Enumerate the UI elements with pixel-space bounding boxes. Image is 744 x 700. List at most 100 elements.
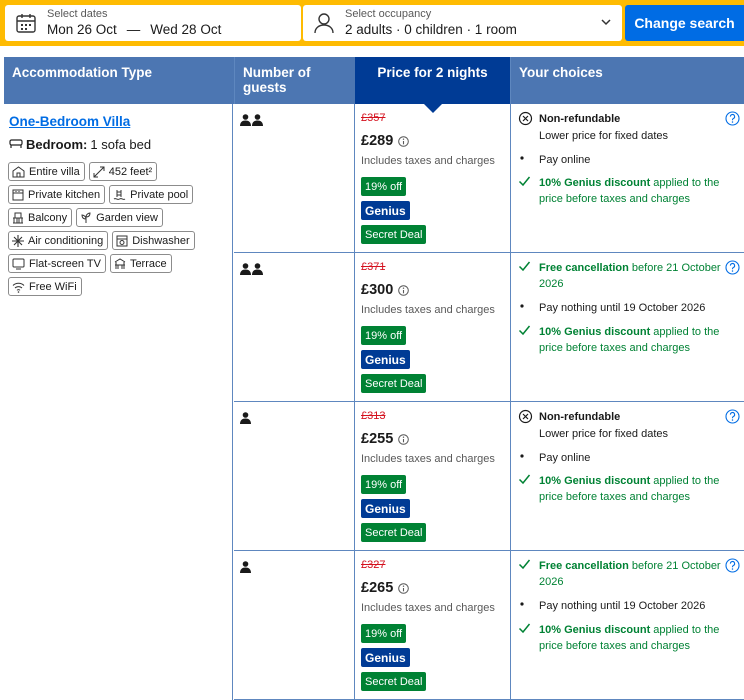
guest-count-icons <box>240 263 263 275</box>
check-icon <box>518 260 534 292</box>
discount-badge: 19% off <box>361 326 407 345</box>
kitchen-icon <box>12 189 28 201</box>
genius-discount-note: 10% Genius discount applied to the price… <box>518 622 721 654</box>
facility-badge: Private pool <box>109 185 194 204</box>
discount-badge: 19% off <box>361 177 407 196</box>
info-icon[interactable] <box>398 433 410 445</box>
chevron-down-icon <box>600 16 612 31</box>
discount-badge: 19% off <box>361 475 407 494</box>
guest-count-icons <box>240 561 251 573</box>
bullet-icon <box>518 300 534 317</box>
cancellation-policy: Free cancellation before 21 October 2026 <box>518 260 721 292</box>
price-cell: £371 £300 Includes taxes and charges 19% of… <box>355 253 511 401</box>
taxes-note: Includes taxes and charges <box>361 453 495 465</box>
occupancy-value: 2 adults · 0 children · 1 room <box>345 21 517 37</box>
dates-value: Mon 26 Oct — Wed 28 Oct <box>47 21 221 39</box>
genius-discount-note: 10% Genius discount applied to the price… <box>518 473 721 505</box>
payment-text: Pay online <box>539 452 591 464</box>
price-value: £289 <box>361 133 394 149</box>
payment-policy: Pay nothing until 19 October 2026 <box>518 300 721 317</box>
person-icon <box>240 412 251 424</box>
question-icon[interactable] <box>725 409 740 424</box>
calendar-icon <box>13 10 39 36</box>
facility-badge: Dishwasher <box>112 231 195 250</box>
question-icon[interactable] <box>725 558 740 573</box>
table-row: £371 £300 Includes taxes and charges 19% of… <box>234 253 744 402</box>
genius-discount-title: 10% Genius discount <box>539 326 651 338</box>
info-icon[interactable] <box>398 135 410 147</box>
room-table: Accommodation Type Number of guests Pric… <box>4 57 744 700</box>
table-header: Accommodation Type Number of guests Pric… <box>4 57 744 113</box>
date-picker[interactable]: Select dates Mon 26 Oct — Wed 28 Oct <box>5 5 301 41</box>
accommodation-cell: One-Bedroom Villa Bedroom: 1 sofa bed En… <box>4 104 233 700</box>
info-icon[interactable] <box>398 284 410 296</box>
secret-deal-badge: Secret Deal <box>361 374 427 393</box>
choices-cell: Non-refundable Lower price for fixed date… <box>511 402 744 550</box>
person-icon <box>252 114 263 126</box>
payment-policy: Pay nothing until 19 October 2026 <box>518 598 721 615</box>
facility-label: Free WiFi <box>29 280 77 293</box>
person-icon <box>311 10 337 36</box>
secret-deal-badge: Secret Deal <box>361 523 427 542</box>
search-bar: Select dates Mon 26 Oct — Wed 28 Oct Selec… <box>0 0 744 46</box>
facility-badge: Private kitchen <box>8 185 106 204</box>
bullet-icon <box>518 450 534 467</box>
date-separator: — <box>126 21 141 37</box>
snowflake-icon <box>12 234 28 247</box>
payment-text: Pay nothing until 19 October 2026 <box>539 302 706 314</box>
guests-cell <box>234 402 355 550</box>
original-price: £327 <box>361 559 386 571</box>
occupancy-label: Select occupancy <box>345 7 432 20</box>
choices-cell: Non-refundable Lower price for fixed date… <box>511 104 744 252</box>
table-row: £357 £289 Includes taxes and charges 19% of… <box>234 104 744 253</box>
size-icon <box>93 166 109 178</box>
cancellation-title: Free cancellation <box>539 560 629 572</box>
price-value: £265 <box>361 580 394 596</box>
header-your-choices: Your choices <box>510 57 744 104</box>
payment-text: Pay nothing until 19 October 2026 <box>539 600 706 612</box>
current-price: £255 <box>361 431 410 447</box>
check-icon <box>518 473 534 505</box>
check-icon <box>518 324 534 356</box>
question-icon[interactable] <box>725 111 740 126</box>
question-icon[interactable] <box>725 260 740 275</box>
room-name-link[interactable]: One-Bedroom Villa <box>9 114 130 129</box>
info-icon[interactable] <box>398 582 410 594</box>
cancellation-subtitle: Lower price for fixed dates <box>539 128 721 144</box>
facility-badge: Terrace <box>109 254 172 273</box>
pool-icon <box>113 189 130 201</box>
current-price: £265 <box>361 580 410 596</box>
dishwasher-icon <box>116 235 132 247</box>
guests-cell <box>234 104 355 252</box>
facility-label: Air conditioning <box>28 234 104 247</box>
person-icon <box>240 263 251 275</box>
dates-label: Select dates <box>47 7 108 20</box>
genius-discount-title: 10% Genius discount <box>539 624 651 636</box>
facility-label: Balcony <box>28 211 68 224</box>
payment-policy: Pay online <box>518 450 721 467</box>
payment-text: Pay online <box>539 154 591 166</box>
guests-cell <box>234 551 355 699</box>
facility-badge: Flat-screen TV <box>8 254 106 273</box>
check-icon <box>518 622 534 654</box>
person-icon <box>240 561 251 573</box>
original-price: £357 <box>361 112 386 124</box>
secret-deal-badge: Secret Deal <box>361 672 427 691</box>
garden-icon <box>80 211 96 224</box>
facility-label: Private pool <box>130 188 189 201</box>
choices-cell: Free cancellation before 21 October 2026… <box>511 253 744 401</box>
guest-count-icons <box>240 114 263 126</box>
cancellation-policy: Free cancellation before 21 October 2026 <box>518 558 721 590</box>
facility-label: Entire villa <box>29 165 80 178</box>
sofa-bed-icon <box>9 137 23 152</box>
genius-discount-title: 10% Genius discount <box>539 177 651 189</box>
change-search-button[interactable]: Change search <box>625 5 744 41</box>
person-icon <box>252 263 263 275</box>
bullet-icon <box>518 598 534 615</box>
non-refundable-icon <box>518 111 534 131</box>
cancellation-subtitle: Lower price for fixed dates <box>539 426 721 442</box>
facility-label: Flat-screen TV <box>29 257 101 270</box>
price-cell: £357 £289 Includes taxes and charges 19% of… <box>355 104 511 252</box>
facility-label: Garden view <box>96 211 158 224</box>
occupancy-picker[interactable]: Select occupancy 2 adults · 0 children ·… <box>303 5 622 41</box>
